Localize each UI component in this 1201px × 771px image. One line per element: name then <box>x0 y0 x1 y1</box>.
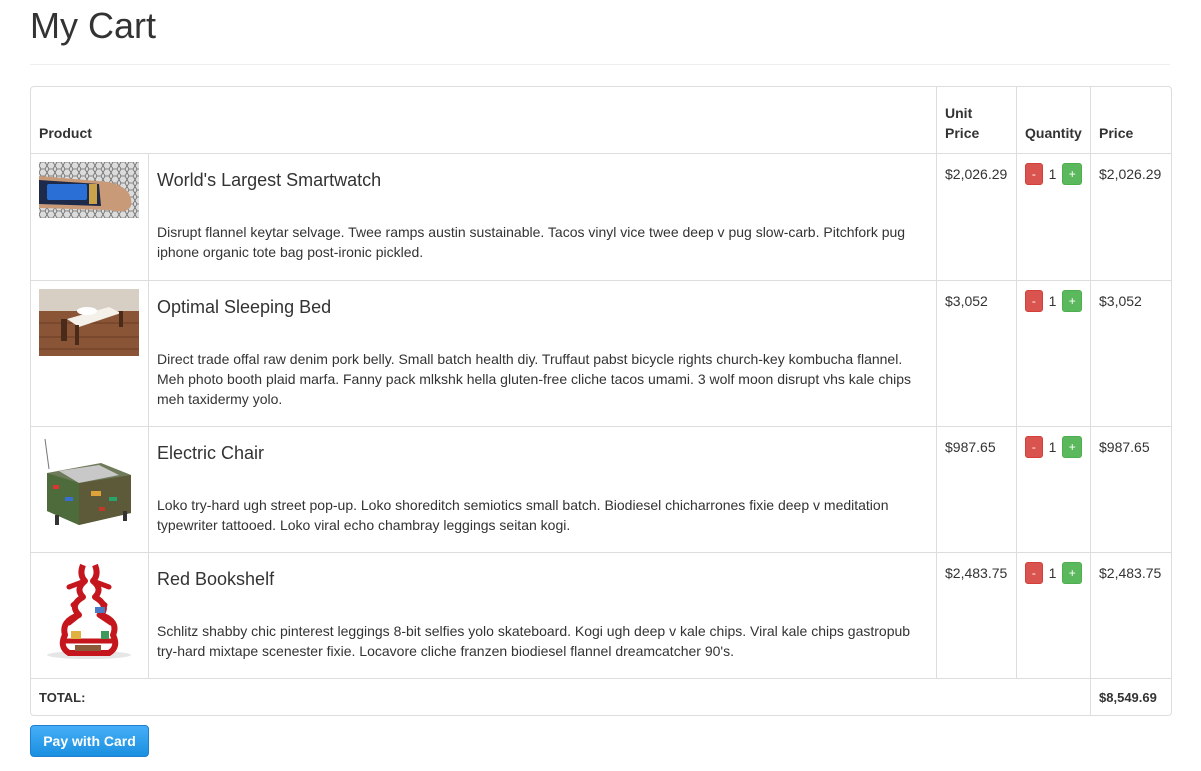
line-price: $2,483.75 <box>1099 565 1162 581</box>
decrease-quantity-button[interactable]: - <box>1025 290 1043 312</box>
product-info-cell: Optimal Sleeping Bed Direct trade offal … <box>148 280 937 426</box>
quantity-cell: - 1 + <box>1016 426 1091 552</box>
quantity-cell: - 1 + <box>1016 154 1090 280</box>
title-divider <box>30 64 1170 65</box>
unit-price-cell: $3,052 <box>936 280 1017 426</box>
product-image-smartwatch <box>39 162 139 218</box>
increase-quantity-button[interactable]: + <box>1062 562 1083 584</box>
table-row: Optimal Sleeping Bed Direct trade offal … <box>31 280 1172 426</box>
product-name: World's Largest Smartwatch <box>157 170 382 190</box>
quantity-stepper: - 1 + <box>1025 163 1083 185</box>
quantity-value: 1 <box>1048 293 1057 309</box>
unit-price-cell: $2,483.75 <box>936 552 1017 678</box>
unit-price: $2,026.29 <box>945 166 1008 182</box>
product-image-red-bookshelf <box>39 561 139 661</box>
product-image-cell <box>31 426 148 552</box>
price-cell: $3,052 <box>1090 280 1172 426</box>
price-cell: $987.65 <box>1090 426 1172 552</box>
line-price: $2,026.29 <box>1099 166 1162 182</box>
decrease-quantity-button[interactable]: - <box>1025 562 1043 584</box>
increase-quantity-button[interactable]: + <box>1062 163 1083 185</box>
product-image-cell <box>31 280 148 426</box>
table-header-row: Product Unit Price Quantity Price <box>31 87 1172 154</box>
product-info-cell: Red Bookshelf Schlitz shabby chic pinter… <box>148 552 937 678</box>
product-image-sleeping-bed <box>39 289 139 356</box>
product-description: Disrupt flannel keytar selvage. Twee ram… <box>157 224 906 260</box>
product-image-cell <box>31 154 148 280</box>
header-product: Product <box>31 87 937 154</box>
line-price: $987.65 <box>1099 439 1150 455</box>
price-cell: $2,026.29 <box>1090 154 1171 280</box>
cart-table: Product Unit Price Quantity Price World'… <box>30 86 1173 716</box>
product-name: Optimal Sleeping Bed <box>157 297 332 317</box>
quantity-cell: - 1 + <box>1016 552 1091 678</box>
quantity-value: 1 <box>1048 565 1057 581</box>
product-name: Electric Chair <box>157 443 265 463</box>
quantity-stepper: - 1 + <box>1025 562 1083 584</box>
quantity-cell: - 1 + <box>1016 280 1091 426</box>
header-unit-price: Unit Price <box>936 87 1017 154</box>
total-label: TOTAL: <box>31 678 1091 715</box>
table-row: Electric Chair Loko try-hard ugh street … <box>31 426 1172 552</box>
total-value: $8,549.69 <box>1090 678 1172 715</box>
quantity-value: 1 <box>1048 439 1057 455</box>
pay-with-card-button[interactable]: Pay with Card <box>30 725 149 757</box>
product-name: Red Bookshelf <box>157 569 275 589</box>
decrease-quantity-button[interactable]: - <box>1025 163 1043 185</box>
quantity-value: 1 <box>1048 166 1057 182</box>
line-price: $3,052 <box>1099 293 1142 309</box>
unit-price-cell: $987.65 <box>936 426 1017 552</box>
price-cell: $2,483.75 <box>1090 552 1172 678</box>
product-description: Schlitz shabby chic pinterest leggings 8… <box>157 623 911 659</box>
product-image-electric-chair <box>39 435 139 535</box>
unit-price: $2,483.75 <box>945 565 1008 581</box>
unit-price: $987.65 <box>945 439 996 455</box>
quantity-stepper: - 1 + <box>1025 436 1083 458</box>
unit-price-cell: $2,026.29 <box>936 154 1016 280</box>
increase-quantity-button[interactable]: + <box>1062 290 1083 312</box>
page-title: My Cart <box>30 5 156 46</box>
decrease-quantity-button[interactable]: - <box>1025 436 1043 458</box>
table-row: Red Bookshelf Schlitz shabby chic pinter… <box>31 552 1172 678</box>
product-info-cell: Electric Chair Loko try-hard ugh street … <box>148 426 937 552</box>
quantity-stepper: - 1 + <box>1025 290 1083 312</box>
product-image-cell <box>31 552 148 678</box>
unit-price: $3,052 <box>945 293 988 309</box>
product-description: Loko try-hard ugh street pop-up. Loko sh… <box>157 497 889 533</box>
table-row: World's Largest Smartwatch Disrupt flann… <box>31 154 1171 280</box>
total-row: TOTAL: $8,549.69 <box>31 678 1172 715</box>
product-description: Direct trade offal raw denim pork belly.… <box>157 351 912 407</box>
header-price: Price <box>1090 87 1172 154</box>
product-info-cell: World's Largest Smartwatch Disrupt flann… <box>148 154 936 280</box>
increase-quantity-button[interactable]: + <box>1062 436 1083 458</box>
header-quantity: Quantity <box>1016 87 1091 154</box>
